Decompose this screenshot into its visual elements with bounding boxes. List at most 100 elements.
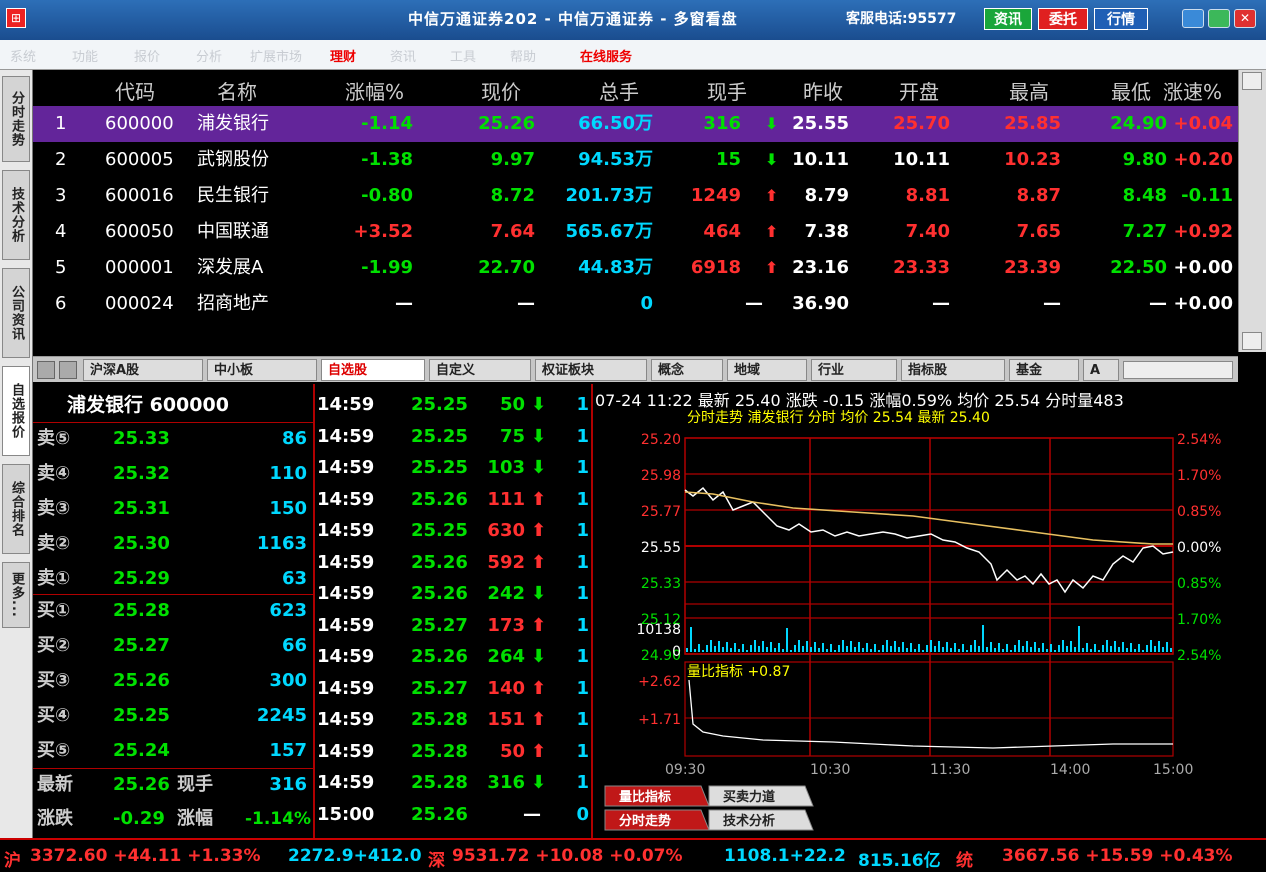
menu-item-analysis[interactable]: 分析 [196, 46, 222, 65]
quote-cell-low[interactable]: 9.80 [1123, 145, 1167, 175]
quote-cell-vol[interactable]: 44.83万 [578, 253, 653, 283]
quote-button[interactable]: 行情 [1094, 8, 1148, 30]
quote-cell-speed[interactable]: +0.04 [1174, 109, 1234, 139]
quote-cell-code[interactable]: 600016 [105, 181, 174, 211]
quote-cell-code[interactable]: 600050 [105, 217, 174, 247]
sheet-tab-custom[interactable]: 自定义 [429, 359, 531, 381]
quote-cell-idx[interactable]: 5 [55, 253, 66, 283]
menu-item-tools[interactable]: 工具 [450, 46, 476, 65]
scroll-up-icon[interactable] [1242, 72, 1262, 90]
menu-item-quote[interactable]: 报价 [134, 46, 160, 65]
quote-cell-open[interactable]: 25.70 [893, 109, 950, 139]
quote-cell-low[interactable]: 24.90 [1110, 109, 1167, 139]
quote-cell-high[interactable]: 10.23 [1004, 145, 1061, 175]
quote-cell-chg[interactable]: +3.52 [354, 217, 414, 247]
quote-cell-high[interactable]: 7.65 [1017, 217, 1061, 247]
quote-cell-price[interactable]: 22.70 [478, 253, 535, 283]
tab-watchlist[interactable]: 自选报价 [2, 366, 30, 456]
quote-cell-vol[interactable]: 94.53万 [578, 145, 653, 175]
quote-cell-vol[interactable]: 565.67万 [566, 217, 653, 247]
quote-cell-vol[interactable]: 0 [640, 289, 653, 319]
quote-cell-speed[interactable]: +0.20 [1174, 145, 1234, 175]
quote-cell-high[interactable]: — [1043, 289, 1061, 319]
scroll-down-icon[interactable] [1242, 332, 1262, 350]
quote-cell-name[interactable]: 武钢股份 [197, 145, 269, 175]
quote-cell-chg[interactable]: -1.14 [361, 109, 413, 139]
maximize-icon[interactable] [1208, 9, 1230, 28]
quote-cell-cur[interactable]: 15 [716, 145, 741, 175]
menu-item-ext-market[interactable]: 扩展市场 [250, 46, 302, 65]
quote-cell-open[interactable]: 8.81 [906, 181, 950, 211]
sheet-tab-sme[interactable]: 中小板 [207, 359, 317, 381]
tab-prev-icon[interactable] [37, 361, 55, 379]
quote-cell-low[interactable]: — [1149, 289, 1167, 319]
quote-cell-open[interactable]: — [932, 289, 950, 319]
quote-cell-name[interactable]: 中国联通 [197, 217, 269, 247]
quote-cell-speed[interactable]: +0.00 [1174, 289, 1234, 319]
tab-intraday-chart[interactable]: 分时走势 [604, 809, 710, 831]
quote-cell-prev[interactable]: 8.79 [805, 181, 849, 211]
quote-cell-price[interactable]: 25.26 [478, 109, 535, 139]
quote-cell-high[interactable]: 8.87 [1017, 181, 1061, 211]
quote-cell-speed[interactable]: +0.92 [1174, 217, 1234, 247]
quote-cell-low[interactable]: 22.50 [1110, 253, 1167, 283]
quote-cell-cur[interactable]: 464 [703, 217, 741, 247]
quote-cell-price[interactable]: — [517, 289, 535, 319]
tab-next-icon[interactable] [59, 361, 77, 379]
quote-cell-name[interactable]: 招商地产 [197, 289, 269, 319]
menu-item-help[interactable]: 帮助 [510, 46, 536, 65]
quote-cell-high[interactable]: 25.85 [1004, 109, 1061, 139]
quote-cell-code[interactable]: 000001 [105, 253, 174, 283]
menu-item-system[interactable]: 系统 [10, 46, 36, 65]
quote-cell-idx[interactable]: 6 [55, 289, 66, 319]
quote-cell-cur[interactable]: — [745, 289, 763, 319]
quote-cell-idx[interactable]: 4 [55, 217, 66, 247]
quote-cell-idx[interactable]: 1 [55, 109, 66, 139]
sheet-tab-watchlist[interactable]: 自选股 [321, 359, 425, 381]
tab-more[interactable]: 更多... [2, 562, 30, 628]
quote-cell-chg[interactable]: — [395, 289, 413, 319]
menu-item-online-service[interactable]: 在线服务 [580, 46, 632, 65]
quote-cell-name[interactable]: 民生银行 [197, 181, 269, 211]
sheet-tab-region[interactable]: 地域 [727, 359, 807, 381]
sheet-tab-a[interactable]: A [1083, 359, 1119, 381]
quote-cell-open[interactable]: 7.40 [906, 217, 950, 247]
quote-cell-prev[interactable]: 7.38 [805, 217, 849, 247]
quote-cell-prev[interactable]: 25.55 [792, 109, 849, 139]
horizontal-scrollbar[interactable] [1123, 361, 1233, 379]
quote-cell-chg[interactable]: -1.99 [361, 253, 413, 283]
app-icon[interactable]: ⊞ [6, 8, 26, 28]
quote-cell-cur[interactable]: 6918 [691, 253, 741, 283]
quote-cell-code[interactable]: 000024 [105, 289, 174, 319]
quote-cell-name[interactable]: 浦发银行 [197, 109, 269, 139]
tab-technical-chart[interactable]: 技术分析 [708, 809, 814, 831]
sheet-tab-index-stocks[interactable]: 指标股 [901, 359, 1005, 381]
vertical-scrollbar[interactable] [1238, 70, 1266, 352]
quote-cell-open[interactable]: 23.33 [893, 253, 950, 283]
menu-item-news[interactable]: 资讯 [390, 46, 416, 65]
quote-cell-price[interactable]: 7.64 [491, 217, 535, 247]
sheet-tab-fund[interactable]: 基金 [1009, 359, 1079, 381]
info-button[interactable]: 资讯 [984, 8, 1032, 30]
quote-cell-vol[interactable]: 66.50万 [578, 109, 653, 139]
quote-cell-open[interactable]: 10.11 [893, 145, 950, 175]
quote-cell-chg[interactable]: -1.38 [361, 145, 413, 175]
tab-technical[interactable]: 技术分析 [2, 170, 30, 260]
sheet-tab-warrant[interactable]: 权证板块 [535, 359, 647, 381]
tab-buy-sell-power[interactable]: 买卖力道 [708, 785, 814, 807]
quote-cell-code[interactable]: 600005 [105, 145, 174, 175]
quote-cell-chg[interactable]: -0.80 [361, 181, 413, 211]
sheet-tab-concept[interactable]: 概念 [651, 359, 723, 381]
quote-cell-price[interactable]: 9.97 [491, 145, 535, 175]
tab-ranking[interactable]: 综合排名 [2, 464, 30, 554]
tab-company-info[interactable]: 公司资讯 [2, 268, 30, 358]
quote-cell-low[interactable]: 7.27 [1123, 217, 1167, 247]
quote-cell-vol[interactable]: 201.73万 [566, 181, 653, 211]
menu-item-finance[interactable]: 理财 [330, 46, 356, 65]
tab-volume-ratio[interactable]: 量比指标 [604, 785, 710, 807]
quote-cell-prev[interactable]: 23.16 [792, 253, 849, 283]
tab-intraday[interactable]: 分时走势 [2, 76, 30, 162]
minimize-icon[interactable] [1182, 9, 1204, 28]
quote-cell-idx[interactable]: 3 [55, 181, 66, 211]
quote-cell-high[interactable]: 23.39 [1004, 253, 1061, 283]
